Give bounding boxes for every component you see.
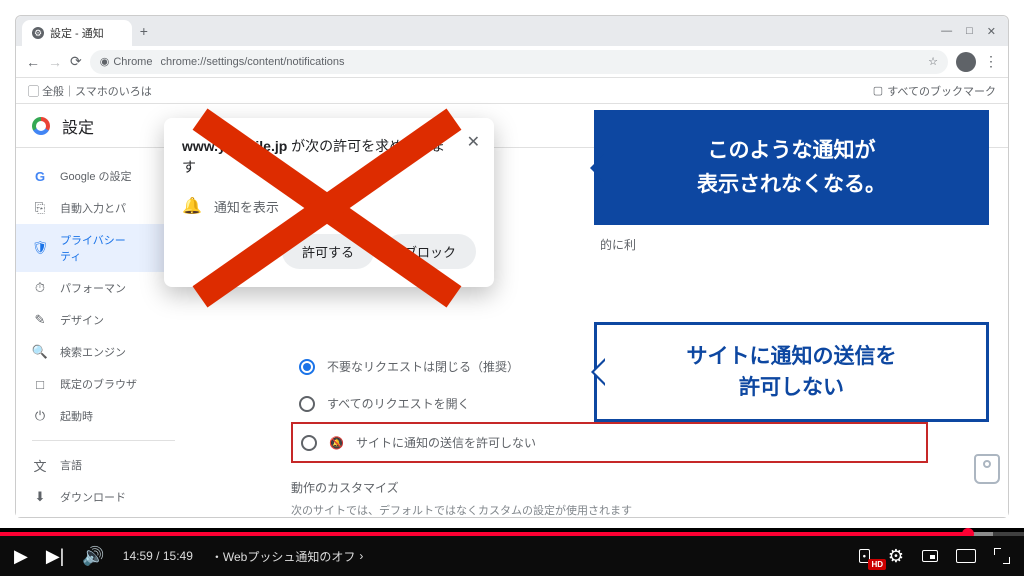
theater-button[interactable] bbox=[956, 549, 976, 563]
sidebar-item-search[interactable]: 🔍検索エンジン bbox=[16, 336, 191, 368]
autofill-icon: ⎘ bbox=[32, 200, 48, 216]
bookmark-bar: ▢ 全般｜スマホのいろは ▢ すべてのブックマーク bbox=[16, 78, 1008, 104]
bell-off-icon: 🔕 bbox=[329, 436, 344, 450]
download-icon: ⬇ bbox=[32, 489, 48, 505]
address-bar: ← → ⟳ ◉Chrome chrome://settings/content/… bbox=[16, 46, 1008, 78]
forward-icon[interactable]: → bbox=[48, 54, 62, 70]
close-icon[interactable]: ✕ bbox=[467, 132, 480, 152]
permission-title: www.ymobile.jp が次の許可を求めています bbox=[182, 136, 476, 178]
browser-icon: □ bbox=[32, 376, 48, 392]
radio-checked-icon bbox=[299, 359, 315, 375]
video-controls: ▶ ▶| 🔊 14:59 / 15:49 ・Webプッシュ通知のオフ › • ⚙ bbox=[0, 536, 1024, 576]
partial-label: 的に利 bbox=[600, 236, 636, 253]
callout-blue: このような通知が 表示されなくなる。 bbox=[594, 110, 989, 225]
time-display: 14:59 / 15:49 bbox=[123, 549, 193, 563]
minimize-icon[interactable]: — bbox=[941, 25, 952, 38]
reload-icon[interactable]: ⟳ bbox=[70, 53, 82, 70]
maximize-icon[interactable]: □ bbox=[966, 25, 973, 38]
power-icon: ⏻ bbox=[32, 408, 48, 424]
radio-icon bbox=[299, 396, 315, 412]
close-icon[interactable]: ✕ bbox=[987, 25, 996, 38]
url-field[interactable]: ◉Chrome chrome://settings/content/notifi… bbox=[90, 50, 948, 74]
all-bookmarks-button[interactable]: ▢ すべてのブックマーク bbox=[873, 83, 996, 99]
chrome-icon: ◉ bbox=[100, 55, 110, 68]
watermark-icon bbox=[974, 454, 1000, 484]
customize-description: 次のサイトでは、デフォルトではなくカスタムの設定が使用されます bbox=[291, 502, 928, 517]
google-icon: G bbox=[32, 168, 48, 184]
gauge-icon: ⏱ bbox=[32, 280, 48, 296]
fullscreen-button[interactable] bbox=[994, 548, 1010, 564]
radio-icon bbox=[301, 435, 317, 451]
customize-heading: 動作のカスタマイズ bbox=[291, 479, 928, 496]
browser-titlebar: ⚙ 設定 - 通知 + — □ ✕ bbox=[16, 16, 1008, 46]
next-button[interactable]: ▶| bbox=[46, 546, 65, 567]
sidebar-item-startup[interactable]: ⏻起動時 bbox=[16, 400, 191, 432]
settings-button[interactable]: ⚙ bbox=[888, 546, 904, 567]
bookmark-item[interactable]: ▢ 全般｜スマホのいろは bbox=[28, 83, 152, 99]
translate-icon: 文 bbox=[32, 457, 48, 473]
chevron-right-icon: › bbox=[359, 549, 363, 563]
permission-popup: ✕ www.ymobile.jp が次の許可を求めています 🔔 通知を表示 許可… bbox=[164, 118, 494, 287]
radio-option-block[interactable]: 🔕 サイトに通知の送信を許可しない bbox=[291, 422, 928, 463]
shield-icon: 🛡 bbox=[32, 240, 48, 256]
play-button[interactable]: ▶ bbox=[14, 546, 28, 567]
bell-icon: 🔔 bbox=[182, 196, 202, 216]
block-button[interactable]: ブロック bbox=[384, 234, 476, 269]
sidebar-item-downloads[interactable]: ⬇ダウンロード bbox=[16, 481, 191, 513]
miniplayer-button[interactable] bbox=[922, 550, 938, 562]
hd-badge: HD bbox=[868, 559, 886, 570]
callout-white: サイトに通知の送信を 許可しない bbox=[594, 322, 989, 422]
permission-body: 通知を表示 bbox=[214, 197, 279, 216]
sidebar-item-accessibility[interactable]: ♿ユーザー補助機能 bbox=[16, 513, 191, 517]
browser-tab[interactable]: ⚙ 設定 - 通知 bbox=[22, 20, 132, 46]
sidebar-item-languages[interactable]: 文言語 bbox=[16, 449, 191, 481]
sidebar-item-appearance[interactable]: ✎デザイン bbox=[16, 304, 191, 336]
search-icon: 🔍 bbox=[32, 344, 48, 360]
menu-dots-icon[interactable]: ⋮ bbox=[984, 53, 998, 70]
pen-icon: ✎ bbox=[32, 312, 48, 328]
gear-icon: ⚙ bbox=[32, 27, 44, 39]
page-title: 設定 bbox=[62, 114, 94, 138]
new-tab-button[interactable]: + bbox=[140, 23, 148, 39]
volume-button[interactable]: 🔊 bbox=[82, 546, 104, 567]
tab-title: 設定 - 通知 bbox=[50, 25, 104, 41]
chrome-logo-icon bbox=[32, 117, 50, 135]
profile-avatar[interactable] bbox=[956, 52, 976, 72]
back-icon[interactable]: ← bbox=[26, 54, 40, 70]
url-text: chrome://settings/content/notifications bbox=[160, 56, 344, 68]
chapter-title[interactable]: ・Webプッシュ通知のオフ › bbox=[211, 548, 363, 565]
bookmark-star-icon[interactable]: ☆ bbox=[928, 55, 938, 68]
sidebar-item-default[interactable]: □既定のブラウザ bbox=[16, 368, 191, 400]
allow-button[interactable]: 許可する bbox=[282, 234, 374, 269]
